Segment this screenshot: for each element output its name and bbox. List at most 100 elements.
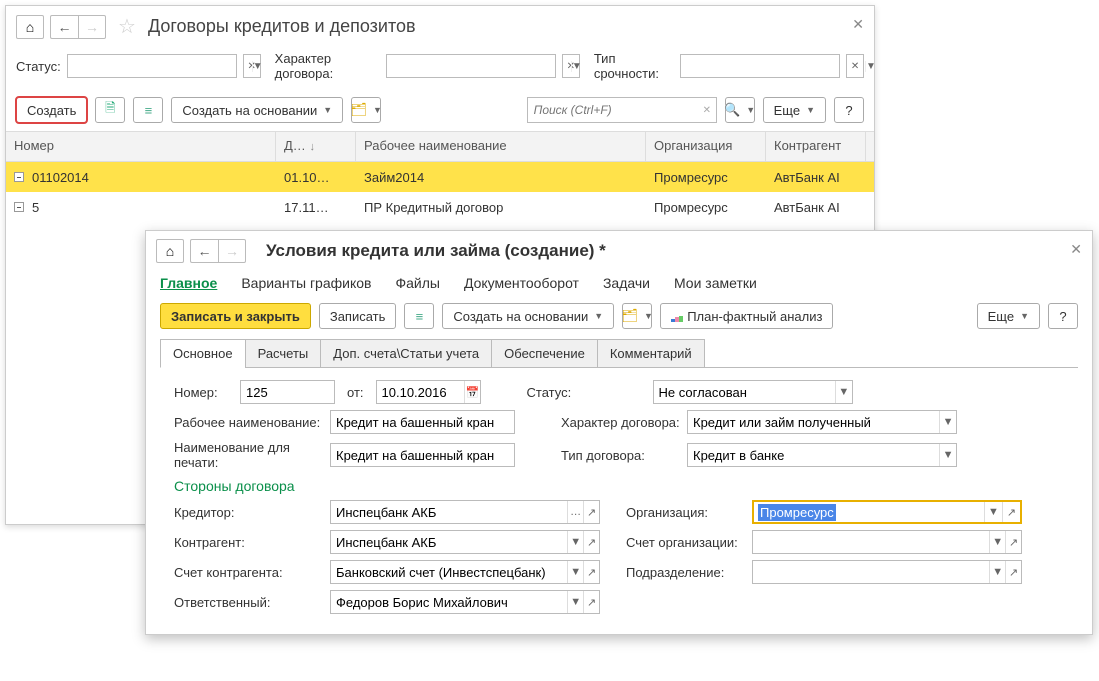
save-close-button[interactable]: Записать и закрыть [160, 303, 311, 329]
column-counterparty[interactable]: Контрагент [766, 132, 866, 161]
subtab-collateral[interactable]: Обеспечение [491, 339, 598, 368]
tab-notes[interactable]: Мои заметки [674, 275, 757, 291]
tab-files[interactable]: Файлы [395, 275, 439, 291]
home-button[interactable]: ⌂ [156, 239, 184, 263]
chevron-down-icon[interactable]: ▼ [939, 411, 956, 433]
chevron-down-icon[interactable]: ▼ [989, 561, 1005, 583]
help-button[interactable]: ? [1048, 303, 1078, 329]
home-button[interactable]: ⌂ [16, 15, 44, 39]
copy-button[interactable]: 🗎 [95, 97, 125, 123]
column-date[interactable]: Д… ↓ [276, 132, 356, 161]
calendar-icon[interactable]: 📅 [464, 381, 479, 403]
page-title: Условия кредита или займа (создание) * [266, 241, 606, 261]
subtab-basic[interactable]: Основное [160, 339, 246, 368]
top-tabs: Главное Варианты графиков Файлы Документ… [146, 271, 1092, 299]
close-icon[interactable]: ✕ [852, 16, 864, 33]
number-field[interactable] [240, 380, 335, 404]
chevron-down-icon[interactable]: ▼ [984, 502, 1002, 522]
chevron-down-icon[interactable]: ▼ [567, 591, 583, 613]
home-icon: ⌂ [26, 19, 34, 35]
chevron-down-icon[interactable]: ▼ [989, 531, 1005, 553]
date-field[interactable]: 📅 [376, 380, 481, 404]
close-icon[interactable]: ✕ [1070, 241, 1082, 258]
titlebar: ⌂ ← → ☆ Договоры кредитов и депозитов [6, 6, 874, 47]
counterparty-label: Контрагент: [174, 535, 324, 550]
subtab-comment[interactable]: Комментарий [597, 339, 705, 368]
tab-tasks[interactable]: Задачи [603, 275, 650, 291]
nav-back-button[interactable]: ← [190, 239, 218, 263]
chevron-down-icon: ▼ [644, 311, 653, 321]
create-basis-button[interactable]: Создать на основании▼ [442, 303, 614, 329]
counter-account-field[interactable]: ▼↗ [330, 560, 600, 584]
column-organization[interactable]: Организация [646, 132, 766, 161]
open-icon[interactable]: ↗ [583, 561, 599, 583]
chevron-down-icon[interactable]: ▼ [835, 381, 852, 403]
open-icon[interactable]: ↗ [583, 501, 599, 523]
favorite-icon[interactable]: ☆ [118, 14, 136, 39]
open-icon[interactable]: ↗ [583, 591, 599, 613]
arrow-left-icon: ← [58, 19, 72, 35]
chevron-down-icon[interactable]: ▼ [567, 531, 583, 553]
tab-variants[interactable]: Варианты графиков [241, 275, 371, 291]
chevron-down-icon[interactable]: ▼ [567, 561, 583, 583]
organization-field[interactable]: Промресурс▼↗ [752, 500, 1022, 524]
open-icon[interactable]: ↗ [583, 531, 599, 553]
subtab-calculations[interactable]: Расчеты [245, 339, 322, 368]
table-row[interactable]: 01102014 01.10… Займ2014 Промресурс АвтБ… [6, 162, 874, 192]
character-filter-combo[interactable]: ▼ [386, 54, 556, 78]
chevron-down-icon[interactable]: ▼ [939, 444, 956, 466]
work-name-field[interactable] [330, 410, 515, 434]
open-icon[interactable]: ↗ [1005, 561, 1021, 583]
open-icon[interactable]: ↗ [1002, 502, 1020, 522]
create-basis-button[interactable]: Создать на основании▼ [171, 97, 343, 123]
tab-docflow[interactable]: Документооборот [464, 275, 579, 291]
counterparty-field[interactable]: ▼↗ [330, 530, 600, 554]
magnify-icon: 🔍 [724, 102, 740, 118]
org-account-field[interactable]: ▼↗ [752, 530, 1022, 554]
department-field[interactable]: ▼↗ [752, 560, 1022, 584]
help-button[interactable]: ? [834, 97, 864, 123]
nav-forward-button[interactable]: → [218, 239, 246, 263]
folder-icon: 🗂 [350, 102, 367, 118]
type-field[interactable]: ▼ [687, 443, 957, 467]
tab-main[interactable]: Главное [160, 275, 217, 291]
chevron-down-icon[interactable]: ▼ [865, 61, 876, 72]
status-label: Статус: [527, 385, 647, 400]
table-row[interactable]: 5 17.11… ПР Кредитный договор Промресурс… [6, 192, 874, 222]
column-number[interactable]: Номер [6, 132, 276, 161]
list-settings-button[interactable]: ≡ [133, 97, 163, 123]
print-name-label: Наименование для печати: [174, 440, 324, 470]
save-button[interactable]: Записать [319, 303, 397, 329]
term-filter-combo[interactable]: ▼ [680, 54, 840, 78]
status-field[interactable]: ▼ [653, 380, 853, 404]
chevron-down-icon[interactable]: ▼ [252, 61, 263, 72]
more-button[interactable]: Еще▼ [977, 303, 1040, 329]
more-button[interactable]: Еще▼ [763, 97, 826, 123]
print-name-field[interactable] [330, 443, 515, 467]
search-clear-icon[interactable]: ✕ [697, 105, 717, 116]
dots-icon[interactable]: … [567, 501, 583, 523]
from-label: от: [347, 385, 364, 400]
creditor-field[interactable]: …↗ [330, 500, 600, 524]
character-field[interactable]: ▼ [687, 410, 957, 434]
open-icon[interactable]: ↗ [1005, 531, 1021, 553]
subtab-accounts[interactable]: Доп. счета\Статьи учета [320, 339, 492, 368]
column-name[interactable]: Рабочее наименование [356, 132, 646, 161]
list-button[interactable]: ≡ [404, 303, 434, 329]
chevron-down-icon: ▼ [746, 105, 755, 115]
collapse-icon[interactable] [14, 202, 24, 212]
create-button[interactable]: Создать [16, 97, 87, 123]
responsible-field[interactable]: ▼↗ [330, 590, 600, 614]
report-button[interactable]: 🗂▼ [622, 303, 652, 329]
report-button[interactable]: 🗂▼ [351, 97, 381, 123]
plan-fact-button[interactable]: План-фактный анализ [660, 303, 833, 329]
collapse-icon[interactable] [14, 172, 24, 182]
home-icon: ⌂ [166, 243, 174, 259]
nav-back-button[interactable]: ← [50, 15, 78, 39]
nav-forward-button[interactable]: → [78, 15, 106, 39]
find-button[interactable]: 🔍▼ [725, 97, 755, 123]
chevron-down-icon[interactable]: ▼ [571, 61, 582, 72]
status-filter-combo[interactable]: ▼ [67, 54, 237, 78]
number-label: Номер: [174, 385, 234, 400]
search-input[interactable]: ✕ [527, 97, 717, 123]
